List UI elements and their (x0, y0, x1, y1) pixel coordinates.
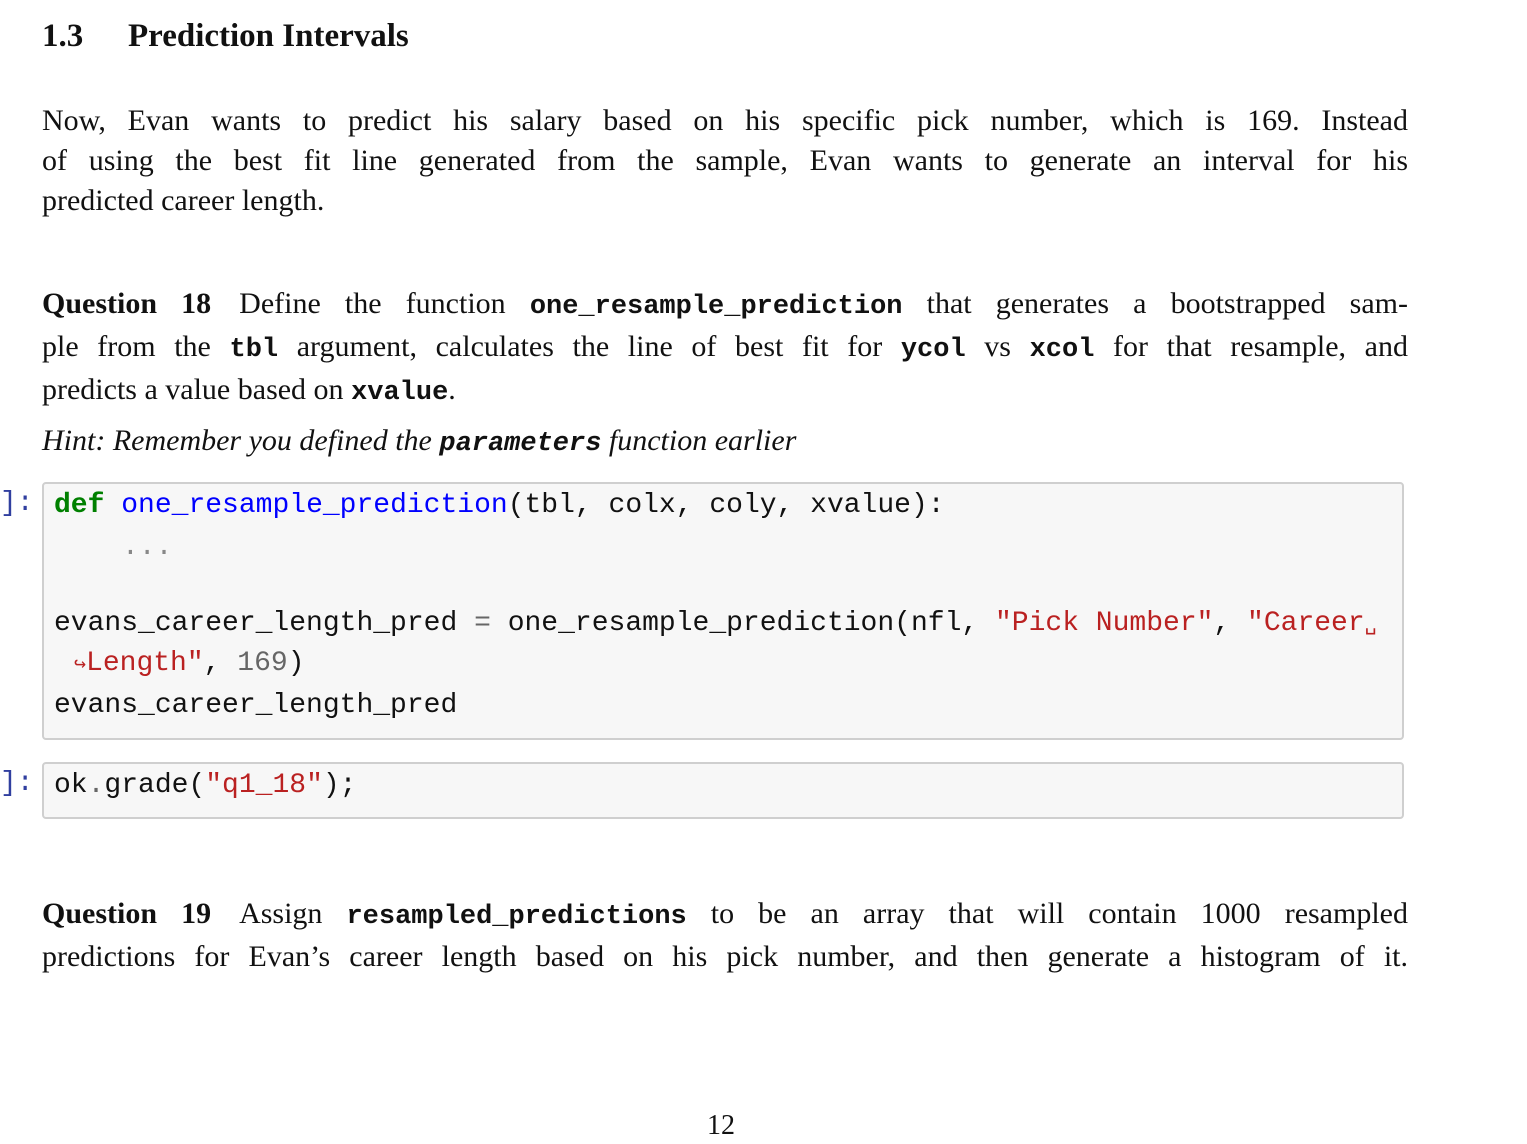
inline-code: tbl (229, 335, 279, 365)
keyword: def (54, 490, 105, 521)
question-19-label: Question 19 (42, 897, 212, 930)
text: vs (965, 330, 1030, 363)
inline-code: one_resample_prediction (529, 292, 903, 322)
text: argument, calculates the line of best fi… (278, 330, 901, 363)
cell-prompt: ]: (0, 768, 34, 799)
space-marker: ␣ (1364, 614, 1377, 637)
code-text: grade( (104, 770, 206, 801)
intro-line: of using the best fit line generated fro… (42, 144, 1408, 177)
inline-code: parameters (439, 429, 602, 459)
text: Hint: Remember you defined the (42, 424, 440, 457)
text: predicts a value based on (42, 373, 352, 406)
question-18-line-3: predicts a value based on xvalue. (42, 370, 1408, 413)
code-text: , (203, 648, 238, 679)
text: that generates a bootstrapped sam- (902, 287, 1408, 320)
intro-paragraph: Now, Evan wants to predict his salary ba… (42, 101, 1408, 221)
code-line: def one_resample_prediction(tbl, colx, c… (54, 490, 945, 521)
section-title: Prediction Intervals (128, 18, 409, 54)
operator: = (474, 608, 491, 639)
inline-code: resampled_predictions (346, 902, 687, 932)
hint-text: Hint: Remember you defined the parameter… (42, 424, 796, 459)
code-line: evans_career_length_pred (54, 690, 458, 721)
code-line: evans_career_length_pred = one_resample_… (54, 608, 1377, 639)
string-literal: "q1_18" (205, 770, 323, 801)
section-number: 1.3 (42, 18, 84, 54)
code-cell-1[interactable]: def one_resample_prediction(tbl, colx, c… (42, 482, 1404, 740)
text: . (448, 373, 456, 406)
code-text: evans_career_length_pred (54, 608, 475, 639)
intro-line: Now, Evan wants to predict his salary ba… (42, 104, 1408, 137)
string-literal: "Pick Number" (994, 608, 1214, 639)
page-number: 12 (707, 1110, 735, 1141)
question-18-line-2: ple from the tbl argument, calculates th… (42, 327, 1408, 370)
intro-line: predicted career length. (42, 184, 325, 217)
code-cell-2[interactable]: ok.grade("q1_18"); (42, 762, 1404, 819)
string-literal: Length" (86, 648, 204, 679)
code-text: , (1213, 608, 1248, 639)
text: for that resample, and (1094, 330, 1408, 363)
text: Assign (239, 897, 347, 930)
code-line: ↪Length", 169) (74, 648, 305, 679)
section-heading: 1.3 Prediction Intervals (42, 18, 409, 55)
question-18-line-1: Question 18 Define the function one_resam… (42, 284, 1408, 327)
text: to be an array that will contain 1000 re… (686, 897, 1408, 930)
code-text: ); (322, 770, 357, 801)
code-line: ok.grade("q1_18"); (54, 770, 356, 801)
text: Define the function (239, 287, 530, 320)
question-18-text: Question 18 Define the function one_resam… (42, 284, 1408, 413)
number-literal: 169 (237, 648, 288, 679)
function-name: one_resample_prediction (121, 490, 508, 521)
question-19-line-1: Question 19 Assign resampled_predictions … (42, 894, 1408, 937)
question-19-text: Question 19 Assign resampled_predictions … (42, 894, 1408, 977)
code-text: ok (54, 770, 88, 801)
operator: . (87, 770, 105, 801)
inline-code: xcol (1029, 335, 1095, 365)
code-ellipsis: ... (122, 532, 173, 563)
cell-prompt: ]: (0, 488, 34, 519)
inline-code: xvalue (351, 378, 449, 408)
wrap-arrow-icon: ↪ (74, 654, 87, 677)
code-text: ) (287, 648, 305, 679)
code-text: one_resample_prediction(nfl, (490, 608, 995, 639)
inline-code: ycol (900, 335, 966, 365)
string-literal: "Career (1247, 608, 1365, 639)
text: function earlier (601, 424, 797, 457)
text: ple from the (42, 330, 230, 363)
question-19-line-2: predictions for Evan’s career length bas… (42, 940, 1408, 973)
code-text: (tbl, colx, coly, xvalue): (507, 490, 945, 521)
question-18-label: Question 18 (42, 287, 212, 320)
